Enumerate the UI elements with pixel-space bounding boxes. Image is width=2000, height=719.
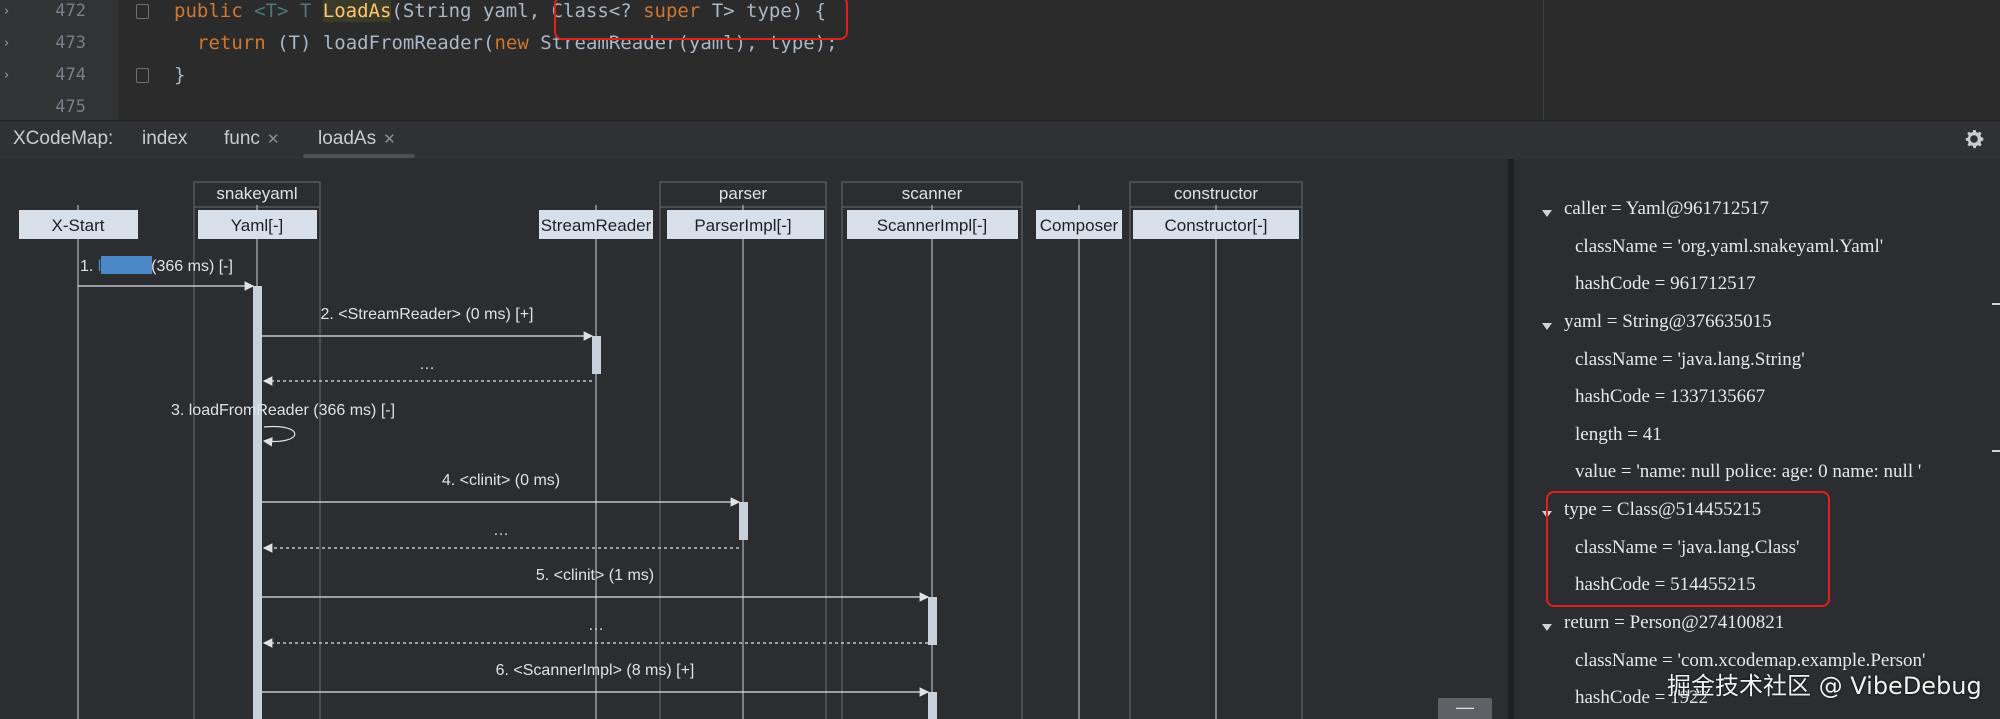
field-classname[interactable]: className = 'org.yaml.snakeyaml.Yaml' xyxy=(1575,236,1883,258)
tab-func[interactable]: func ✕ xyxy=(224,128,280,150)
message-2[interactable]: 2. <StreamReader> (0 ms) [+] xyxy=(262,306,594,341)
collapse-button[interactable]: — xyxy=(1438,698,1492,719)
message-label: 2. <StreamReader> (0 ms) [+] xyxy=(321,306,534,323)
variable-yaml[interactable]: yaml = String@376635015 xyxy=(1564,311,1772,333)
active-tab-indicator xyxy=(303,154,415,158)
participant-label: ScannerImpl[-] xyxy=(877,216,988,235)
message-label: 4. <clinit> (0 ms) xyxy=(442,472,560,489)
svg-text:…: … xyxy=(588,617,604,634)
field-classname[interactable]: className = 'java.lang.String' xyxy=(1575,349,1805,371)
field-value[interactable]: value = 'name: null police: age: 0 name:… xyxy=(1575,461,1921,483)
message-4[interactable]: 4. <clinit> (0 ms) xyxy=(262,472,741,507)
field-length[interactable]: length = 41 xyxy=(1575,424,1662,446)
gear-icon[interactable] xyxy=(1962,127,1986,151)
activation-bar-yaml[interactable] xyxy=(253,286,262,719)
code-line[interactable]: 475 xyxy=(0,91,2000,120)
tool-window-title: XCodeMap: xyxy=(13,128,114,149)
line-number: 475 xyxy=(55,97,86,117)
close-icon[interactable]: ✕ xyxy=(383,131,396,148)
code-line[interactable]: 473 return (T) loadFromReader(new Stream… xyxy=(0,27,2000,59)
return-arrow: … xyxy=(262,356,592,386)
participant-label: Yaml[-] xyxy=(231,216,284,235)
line-number: 472 xyxy=(55,1,86,21)
code-line[interactable]: 474 } xyxy=(0,59,2000,91)
fold-icon[interactable] xyxy=(136,68,149,83)
fold-icon[interactable] xyxy=(136,4,149,19)
message-3[interactable]: 3. loadFromReader (366 ms) [-] xyxy=(171,402,395,447)
activation-bar-parserimpl[interactable] xyxy=(739,502,748,540)
sequence-diagram[interactable]: snakeyaml parser scanner constructor X-S… xyxy=(0,159,1508,719)
message-1[interactable]: 1. loadAs (366 ms) [-] xyxy=(78,256,255,291)
watermark: 掘金技术社区 @ VibeDebug xyxy=(1667,672,1982,700)
annotation-highlight-box xyxy=(554,0,848,40)
scrollbar-marker xyxy=(1992,450,2000,452)
group-label: scanner xyxy=(902,184,963,203)
group-label: constructor xyxy=(1174,184,1258,203)
activation-bar-streamreader[interactable] xyxy=(592,336,601,374)
participant-label: X-Start xyxy=(52,216,105,235)
xcodemap-tab-bar: XCodeMap: index func ✕ loadAs ✕ xyxy=(0,120,2000,160)
svg-text:…: … xyxy=(493,522,509,539)
code-text: } xyxy=(174,64,186,86)
message-label: 3. loadFromReader (366 ms) [-] xyxy=(171,402,395,419)
variables-panel[interactable]: caller = Yaml@961712517 className = 'org… xyxy=(1508,159,2000,719)
message-label: 5. <clinit> (1 ms) xyxy=(536,567,654,584)
message-label: 1. loadAs (366 ms) [-] xyxy=(80,258,233,275)
participant-label: Composer xyxy=(1040,216,1119,235)
tab-index[interactable]: index xyxy=(142,128,187,150)
participant-label: Constructor[-] xyxy=(1165,216,1268,235)
activation-bar-scannerimpl[interactable] xyxy=(928,597,937,645)
code-line[interactable]: 472 public <T> T LoadAs(String yaml, Cla… xyxy=(0,0,2000,27)
scrollbar-marker xyxy=(1992,303,2000,305)
field-hashcode[interactable]: hashCode = 1337135667 xyxy=(1575,386,1765,408)
participant-label: StreamReader xyxy=(541,216,652,235)
annotation-highlight-box xyxy=(1546,491,1830,607)
line-number: 473 xyxy=(55,33,86,53)
svg-text:…: … xyxy=(419,356,435,373)
triangle-down-icon[interactable] xyxy=(1542,210,1552,217)
message-6[interactable]: 6. <ScannerImpl> (8 ms) [+] xyxy=(262,662,930,697)
activation-bar-scannerimpl[interactable] xyxy=(928,692,937,719)
tab-loadas[interactable]: loadAs ✕ xyxy=(318,128,396,150)
line-number: 474 xyxy=(55,65,86,85)
code-editor[interactable]: › › › 472 public <T> T LoadAs(String yam… xyxy=(0,0,2000,120)
variable-caller[interactable]: caller = Yaml@961712517 xyxy=(1564,198,1769,220)
message-label: 6. <ScannerImpl> (8 ms) [+] xyxy=(496,662,695,679)
field-hashcode[interactable]: hashCode = 961712517 xyxy=(1575,273,1756,295)
participant-label: ParserImpl[-] xyxy=(694,216,791,235)
triangle-down-icon[interactable] xyxy=(1542,624,1552,631)
group-label: snakeyaml xyxy=(216,184,297,203)
group-label: parser xyxy=(719,184,768,203)
triangle-down-icon[interactable] xyxy=(1542,323,1552,330)
message-5[interactable]: 5. <clinit> (1 ms) xyxy=(262,567,930,602)
variable-return[interactable]: return = Person@274100821 xyxy=(1564,612,1784,634)
return-arrow: … xyxy=(262,522,739,553)
close-icon[interactable]: ✕ xyxy=(267,131,280,148)
